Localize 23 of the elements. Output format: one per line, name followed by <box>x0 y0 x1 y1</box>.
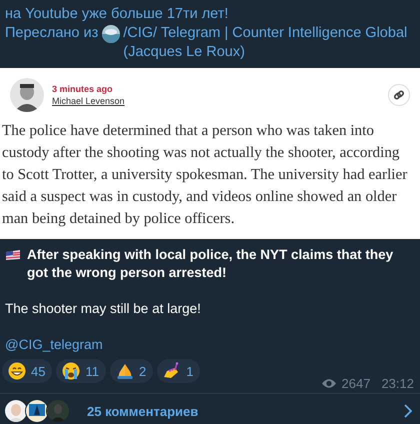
channel-link[interactable]: /CIG/ Telegram | Counter Intelligence Global (Jacques Le Roux) <box>123 24 414 62</box>
author-link[interactable]: Michael Levenson <box>52 95 125 107</box>
share-link-button[interactable] <box>388 84 410 106</box>
grinning-face-icon <box>8 362 26 380</box>
reaction-button[interactable]: 45 <box>2 359 52 383</box>
message-time: 23:12 <box>381 376 414 391</box>
caption-text: на Youtube уже больше 17ти лет! <box>5 5 230 24</box>
reaction-button[interactable]: 2 <box>110 359 154 383</box>
view-count: 2647 <box>342 376 370 391</box>
eye-icon <box>320 378 337 389</box>
chevron-right-icon <box>404 404 412 418</box>
link-icon <box>393 89 405 101</box>
article-paragraph: The police have determined that a person who was taken into custody after the shooting was not actually the shooter, according to Scott Trotter, a university spokesman. The university had earlier said a suspect was in custody, and videos online showed an older man being detained by police officers. <box>2 121 408 229</box>
mention-link[interactable]: @CIG_telegram <box>5 336 414 354</box>
message-text: The shooter may still be at large! <box>5 300 202 318</box>
timestamp: 3 minutes ago <box>52 83 114 95</box>
crying-face-icon <box>62 362 80 380</box>
message-headline: After speaking with local police, the NYT claims that they got the wrong person arrested! <box>27 246 394 282</box>
reaction-button[interactable]: 1 <box>157 359 200 383</box>
comments-bar[interactable]: 25 комментариев <box>0 393 420 424</box>
forwarded-label: Переслано из <box>5 24 98 43</box>
reaction-button[interactable]: 11 <box>56 359 106 383</box>
flag-icon <box>5 249 21 261</box>
